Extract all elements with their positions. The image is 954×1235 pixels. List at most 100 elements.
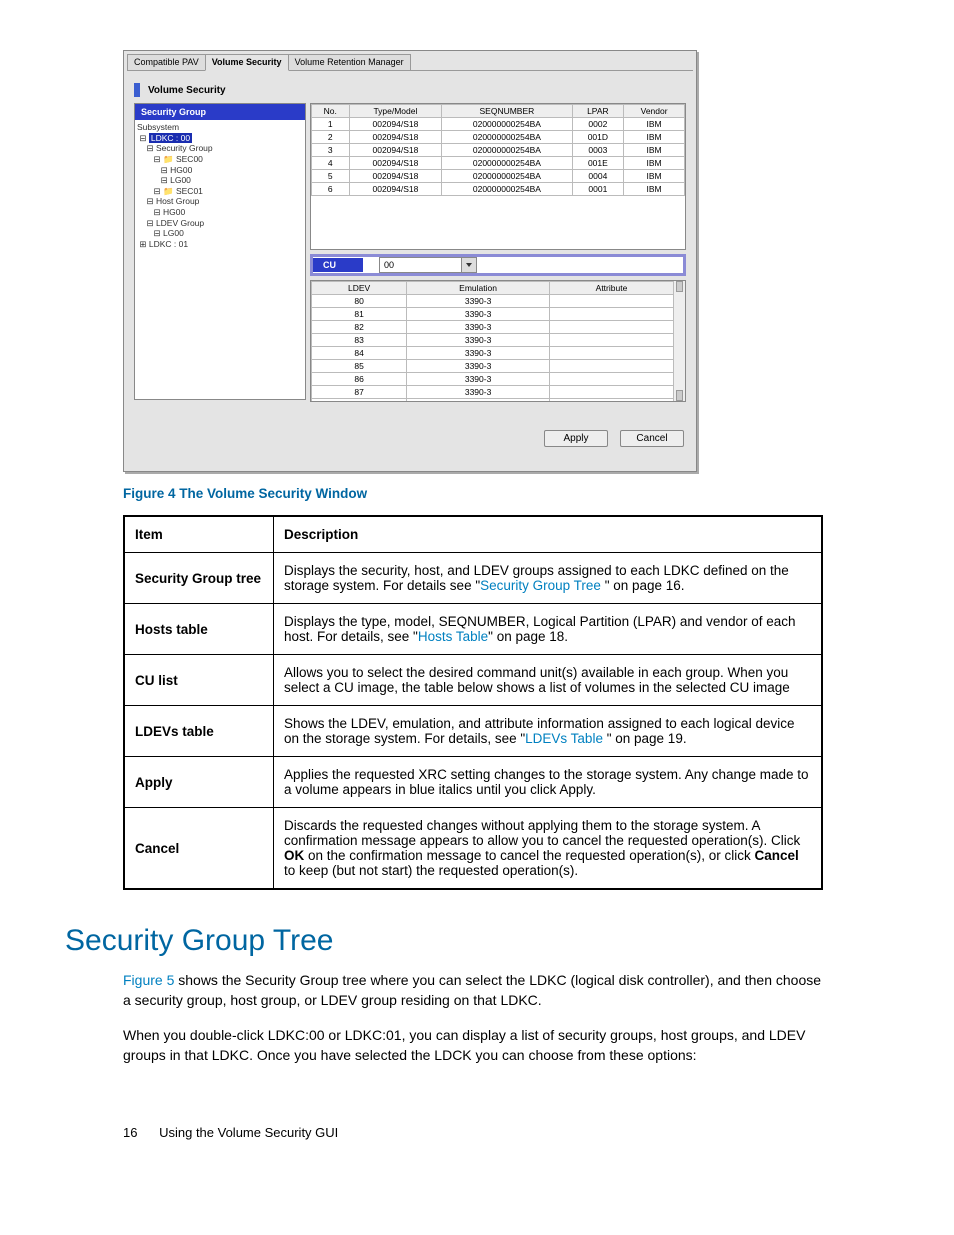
desc-row-label: Hosts table <box>124 604 274 655</box>
cell: 0003 <box>572 144 624 157</box>
table-row[interactable]: 2002094/S18020000000254BA001DIBM <box>312 131 685 144</box>
link-figure-5[interactable]: Figure 5 <box>123 972 174 988</box>
col-vendor[interactable]: Vendor <box>624 105 685 118</box>
tree-node[interactable]: ⊞ LDKC : 01 <box>137 239 305 250</box>
tree-node[interactable]: ⊟ LDKC : 00 <box>137 133 305 144</box>
tree-node[interactable]: ⊟ Host Group <box>137 196 305 207</box>
cu-dropdown[interactable]: 00 <box>379 257 477 273</box>
cell: 002094/S18 <box>349 157 442 170</box>
body-paragraph: Figure 5 shows the Security Group tree w… <box>123 970 823 1011</box>
tree-node[interactable]: ⊟ LG00 <box>137 175 305 186</box>
accent-bar-icon <box>134 83 140 97</box>
cu-label: CU <box>313 258 363 272</box>
tree-node[interactable]: ⊟ 📁 SEC00 <box>137 154 305 165</box>
cell: 82 <box>312 321 407 334</box>
table-row[interactable]: 813390-3 <box>312 308 674 321</box>
tree-node[interactable]: ⊟ LDEV Group <box>137 218 305 229</box>
table-row[interactable]: 1002094/S18020000000254BA0002IBM <box>312 118 685 131</box>
col-emu[interactable]: Emulation <box>407 282 550 295</box>
cell: 6 <box>312 183 350 196</box>
cell: 020000000254BA <box>442 131 572 144</box>
table-row[interactable]: 4002094/S18020000000254BA001EIBM <box>312 157 685 170</box>
cell: 84 <box>312 347 407 360</box>
apply-button[interactable]: Apply <box>544 430 608 447</box>
desc-row-label: CU list <box>124 655 274 706</box>
ldevs-table[interactable]: LDEV Emulation Attribute 803390-3813390-… <box>310 280 686 402</box>
desc-row-label: Security Group tree <box>124 553 274 604</box>
desc-header-desc: Description <box>274 516 823 553</box>
desc-row-text: Displays the type, model, SEQNUMBER, Log… <box>274 604 823 655</box>
cell: 002094/S18 <box>349 183 442 196</box>
tab-compatible-pav[interactable]: Compatible PAV <box>127 54 206 71</box>
tree-header: Security Group <box>135 104 305 120</box>
table-row[interactable]: 803390-3 <box>312 295 674 308</box>
tab-volume-retention-manager[interactable]: Volume Retention Manager <box>288 54 411 71</box>
col-type[interactable]: Type/Model <box>349 105 442 118</box>
tree-node[interactable]: ⊟ Security Group <box>137 143 305 154</box>
cell: 85 <box>312 360 407 373</box>
table-row[interactable]: 863390-3 <box>312 373 674 386</box>
desc-row-text: Allows you to select the desired command… <box>274 655 823 706</box>
table-row[interactable]: 5002094/S18020000000254BA0004IBM <box>312 170 685 183</box>
table-row[interactable]: 823390-3 <box>312 321 674 334</box>
cell <box>549 399 673 403</box>
scrollbar[interactable] <box>673 281 685 401</box>
col-no[interactable]: No. <box>312 105 350 118</box>
page-footer: 16 Using the Volume Security GUI <box>123 1125 889 1140</box>
table-row[interactable]: 873390-3 <box>312 386 674 399</box>
col-seq[interactable]: SEQNUMBER <box>442 105 572 118</box>
body-paragraph: When you double-click LDKC:00 or LDKC:01… <box>123 1025 823 1066</box>
desc-row-text: Shows the LDEV, emulation, and attribute… <box>274 706 823 757</box>
cell <box>549 334 673 347</box>
col-lpar[interactable]: LPAR <box>572 105 624 118</box>
cell: 020000000254BA <box>442 183 572 196</box>
panel-title-text: Volume Security <box>148 85 226 96</box>
col-ldev[interactable]: LDEV <box>312 282 407 295</box>
hosts-table[interactable]: No. Type/Model SEQNUMBER LPAR Vendor 100… <box>310 103 686 250</box>
desc-row-label: Apply <box>124 757 274 808</box>
cell: 3390-3 <box>407 334 550 347</box>
tree-node[interactable]: ⊟ HG00 <box>137 207 305 218</box>
cancel-button[interactable]: Cancel <box>620 430 684 447</box>
table-row[interactable]: 883390-3 <box>312 399 674 403</box>
cu-selector-row: CU 00 <box>310 254 686 276</box>
figure-caption: Figure 4 The Volume Security Window <box>123 486 889 501</box>
desc-row-text: Applies the requested XRC setting change… <box>274 757 823 808</box>
desc-header-item: Item <box>124 516 274 553</box>
cell <box>549 347 673 360</box>
cell: 3390-3 <box>407 295 550 308</box>
tab-bar: Compatible PAV Volume Security Volume Re… <box>124 51 696 71</box>
tree-node[interactable]: ⊟ HG00 <box>137 165 305 176</box>
table-row[interactable]: 833390-3 <box>312 334 674 347</box>
cell: 5 <box>312 170 350 183</box>
tree-node[interactable]: ⊟ LG00 <box>137 228 305 239</box>
cell: 81 <box>312 308 407 321</box>
cell: 3390-3 <box>407 347 550 360</box>
table-row[interactable]: 843390-3 <box>312 347 674 360</box>
table-row[interactable]: 6002094/S18020000000254BA0001IBM <box>312 183 685 196</box>
cell: 0001 <box>572 183 624 196</box>
cell: 86 <box>312 373 407 386</box>
cell <box>549 295 673 308</box>
page-number: 16 <box>123 1125 137 1140</box>
cell: 3390-3 <box>407 386 550 399</box>
security-group-tree[interactable]: Security Group Subsystem ⊟ LDKC : 00 ⊟ S… <box>134 103 306 400</box>
cell: 83 <box>312 334 407 347</box>
tab-volume-security[interactable]: Volume Security <box>205 54 289 71</box>
cell: 3390-3 <box>407 360 550 373</box>
cell: 002094/S18 <box>349 131 442 144</box>
chevron-down-icon <box>461 258 476 272</box>
table-row[interactable]: 853390-3 <box>312 360 674 373</box>
link-security-group-tree[interactable]: Security Group Tree <box>480 578 605 593</box>
cell: IBM <box>624 170 685 183</box>
cell: 2 <box>312 131 350 144</box>
col-attr[interactable]: Attribute <box>549 282 673 295</box>
table-row[interactable]: 3002094/S18020000000254BA0003IBM <box>312 144 685 157</box>
tree-node[interactable]: Subsystem <box>137 122 305 133</box>
tree-node[interactable]: ⊟ 📁 SEC01 <box>137 186 305 197</box>
cell: 4 <box>312 157 350 170</box>
cell <box>549 360 673 373</box>
link-ldevs-table[interactable]: LDEVs Table <box>525 731 607 746</box>
link-hosts-table[interactable]: Hosts Table <box>418 629 488 644</box>
cell: 80 <box>312 295 407 308</box>
